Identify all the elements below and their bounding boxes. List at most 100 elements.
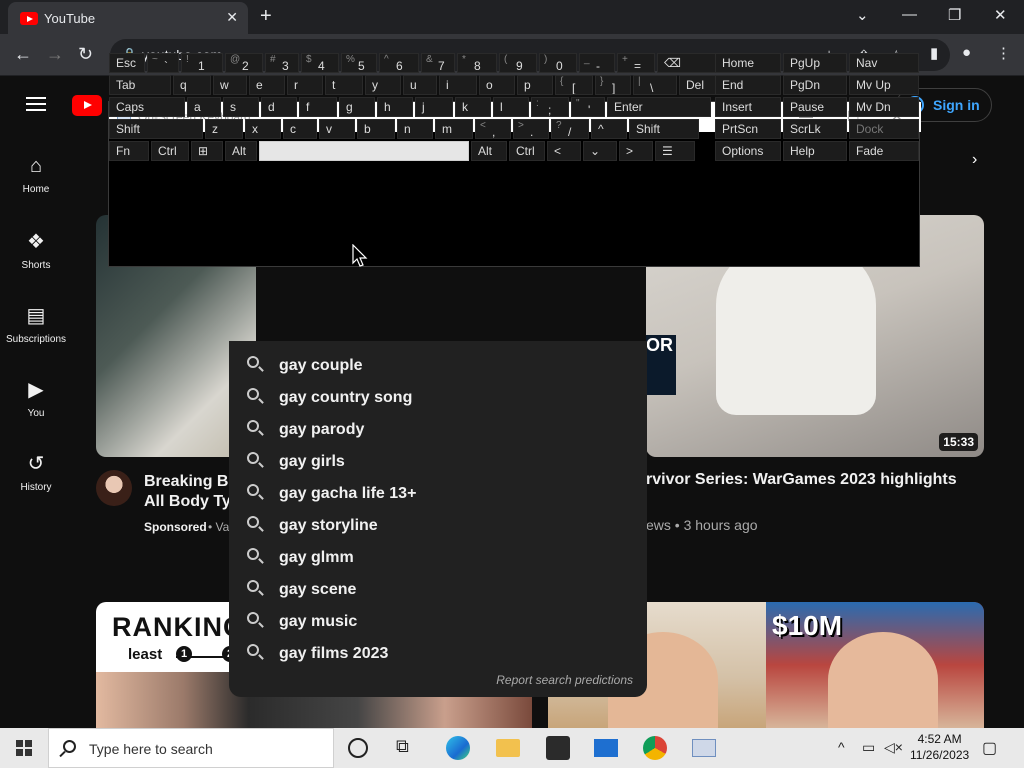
youtube-logo[interactable] [72, 95, 102, 116]
osk-key[interactable]: s [223, 97, 259, 117]
menu-kebab-icon[interactable]: ⋮ [996, 44, 1011, 62]
osk-key[interactable]: Esc [109, 53, 145, 73]
taskbar-search-box[interactable]: Type here to search [48, 728, 334, 768]
osk-key[interactable]: | \ [633, 75, 677, 95]
osk-key[interactable]: o [479, 75, 515, 95]
new-tab-button[interactable]: + [260, 5, 272, 28]
suggestion-item[interactable]: gay music [229, 605, 647, 637]
windows-start-icon[interactable] [16, 740, 32, 756]
osk-key[interactable]: :; [531, 97, 569, 117]
window-restore-button[interactable]: ❐ [948, 6, 961, 24]
side-panel-icon[interactable]: ▮ [930, 44, 938, 62]
osk-key[interactable]: < [547, 141, 581, 161]
osk-key[interactable]: Ctrl [151, 141, 189, 161]
sidebar-item-history[interactable]: ↺ History [0, 451, 72, 493]
suggestion-item[interactable]: gay films 2023 [229, 637, 647, 669]
window-minimize-button[interactable]: — [902, 6, 917, 23]
reload-icon[interactable]: ↻ [78, 44, 93, 65]
osk-key[interactable]: Caps [109, 97, 185, 117]
notification-icon[interactable]: ▢ [982, 738, 1006, 762]
chips-next-chevron-icon[interactable]: › [972, 151, 977, 169]
osk-key[interactable]: h [377, 97, 413, 117]
osk-key[interactable]: l [493, 97, 529, 117]
osk-nav-key[interactable]: Help [783, 141, 847, 161]
osk-key[interactable]: ⌫ [657, 53, 719, 73]
osk-key[interactable]: m [435, 119, 473, 139]
osk-key[interactable]: u [403, 75, 437, 95]
menu-hamburger-icon[interactable] [26, 97, 46, 111]
osk-key[interactable]: i [439, 75, 477, 95]
osk-key[interactable]: ⌄ [583, 141, 617, 161]
osk-key[interactable]: Enter [607, 97, 711, 117]
osk-key[interactable]: Tab [109, 75, 171, 95]
osk-key[interactable]: " ' [571, 97, 605, 117]
osk-key[interactable]: k [455, 97, 491, 117]
channel-avatar[interactable] [96, 470, 132, 506]
osk-key[interactable]: z [205, 119, 243, 139]
osk-key[interactable]: (9 [499, 53, 537, 73]
osk-nav-key[interactable]: Home [715, 53, 781, 73]
edge-icon[interactable] [446, 736, 470, 760]
file-explorer-icon[interactable] [496, 739, 520, 757]
osk-key[interactable]: x [245, 119, 281, 139]
osk-nav-key[interactable]: Nav [849, 53, 919, 73]
osk-key[interactable]: ^ 6 [379, 53, 419, 73]
osk-nav-key[interactable]: Fade [849, 141, 919, 161]
browser-tab-youtube[interactable]: YouTube ✕ [8, 2, 248, 34]
taskbar-clock[interactable]: 4:52 AM 11/26/2023 [910, 731, 969, 763]
osk-key[interactable]: ? / [551, 119, 589, 139]
mail-icon[interactable] [594, 739, 618, 757]
osk-nav-key[interactable]: PgUp [783, 53, 847, 73]
osk-nav-key[interactable]: End [715, 75, 781, 95]
osk-key[interactable]: > [619, 141, 653, 161]
osk-key[interactable]: ⊞ [191, 141, 223, 161]
osk-key[interactable]: f [299, 97, 337, 117]
osk-key[interactable]: Alt [225, 141, 257, 161]
profile-icon[interactable]: ● [962, 44, 971, 61]
store-icon[interactable] [546, 736, 570, 760]
osk-key[interactable]: >. [513, 119, 549, 139]
osk-key[interactable]: ! 1 [181, 53, 223, 73]
osk-key[interactable]: n [397, 119, 433, 139]
suggestion-item[interactable]: gay storyline [229, 509, 647, 541]
volume-muted-icon[interactable]: ◁× [884, 739, 908, 763]
osk-key[interactable]: c [283, 119, 317, 139]
chrome-icon[interactable] [643, 736, 667, 760]
osk-key[interactable]: p [517, 75, 553, 95]
suggestion-item[interactable]: gay girls [229, 445, 647, 477]
osk-nav-key[interactable]: Insert [715, 97, 781, 117]
osk-key[interactable]: y [365, 75, 401, 95]
osk-key[interactable]: b [357, 119, 395, 139]
forward-arrow-icon[interactable]: → [46, 44, 64, 65]
video-title[interactable]: rvivor Series: WarGames 2023 highlights [646, 471, 957, 489]
osk-nav-key[interactable]: ScrLk [783, 119, 847, 139]
osk-key[interactable]: + = [617, 53, 655, 73]
report-search-predictions-link[interactable]: Report search predictions [496, 673, 633, 687]
osk-key[interactable]: ~ ` [147, 53, 179, 73]
osk-key[interactable]: v [319, 119, 355, 139]
osk-key[interactable]: <, [475, 119, 511, 139]
osk-key[interactable]: d [261, 97, 297, 117]
suggestion-item[interactable]: gay couple [229, 349, 647, 381]
osk-nav-key[interactable]: Mv Dn [849, 97, 919, 117]
sidebar-item-subscriptions[interactable]: ▤ Subscriptions [0, 303, 72, 345]
suggestion-item[interactable]: gay gacha life 13+ [229, 477, 647, 509]
osk-key[interactable]: ) 0 [539, 53, 577, 73]
suggestion-item[interactable]: gay country song [229, 381, 647, 413]
suggestion-item[interactable]: gay scene [229, 573, 647, 605]
suggestion-item[interactable]: gay parody [229, 413, 647, 445]
osk-key[interactable]: }] [595, 75, 631, 95]
osk-key[interactable]: a [187, 97, 221, 117]
show-hidden-icons-chevron-icon[interactable]: ^ [838, 739, 862, 763]
osk-key[interactable]: Alt [471, 141, 507, 161]
osk-nav-key[interactable]: Dock [849, 119, 919, 139]
cortana-icon[interactable] [348, 738, 368, 758]
osk-key[interactable]: w [213, 75, 247, 95]
osk-nav-key[interactable]: PrtScn [715, 119, 781, 139]
osk-key[interactable]: r [287, 75, 323, 95]
osk-key[interactable]: % 5 [341, 53, 377, 73]
osk-nav-key[interactable]: PgDn [783, 75, 847, 95]
osk-key[interactable]: Shift [109, 119, 203, 139]
osk-nav-key[interactable]: Mv Up [849, 75, 919, 95]
on-screen-keyboard-taskbar-icon[interactable] [692, 739, 716, 757]
